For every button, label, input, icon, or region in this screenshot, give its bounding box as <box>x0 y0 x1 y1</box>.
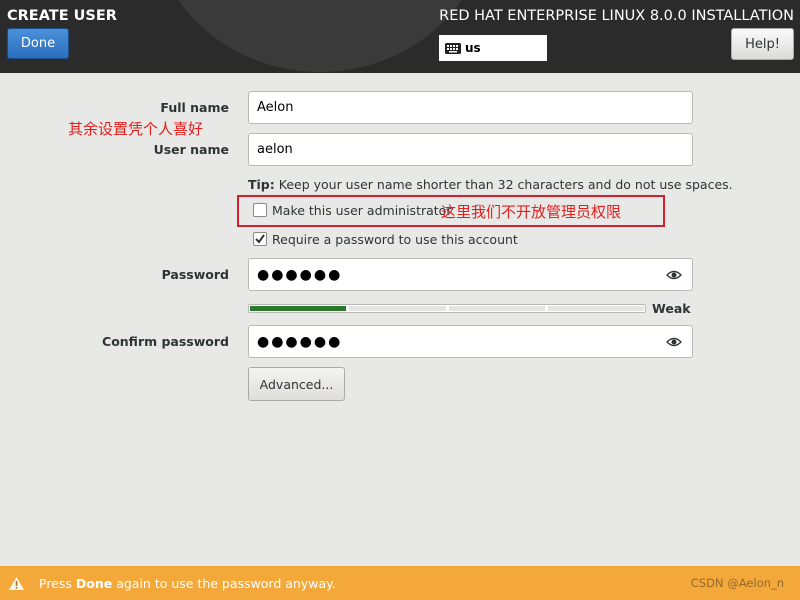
show-confirm-password-eye-icon[interactable] <box>666 335 682 349</box>
password-field[interactable]: ●●●●●● <box>248 258 693 291</box>
confirm-password-field[interactable]: ●●●●●● <box>248 325 693 358</box>
checkmark-icon <box>255 234 265 244</box>
strength-segment-2 <box>349 306 446 311</box>
spoke-title: CREATE USER <box>7 8 117 24</box>
annotation-admin-note: 这里我们不开放管理员权限 <box>441 203 622 221</box>
full-name-label: Full name <box>160 100 229 115</box>
header-bar: CREATE USER Done RED HAT ENTERPRISE LINU… <box>0 0 800 73</box>
annotation-left-note: 其余设置凭个人喜好 <box>68 120 204 138</box>
require-password-label[interactable]: Require a password to use this account <box>272 232 518 247</box>
confirm-password-value: ●●●●●● <box>257 333 343 350</box>
strength-segment-3 <box>448 306 545 311</box>
password-value: ●●●●●● <box>257 266 343 283</box>
full-name-value: Aelon <box>257 100 294 115</box>
tip-text: Keep your user name shorter than 32 char… <box>274 177 733 192</box>
strength-segment-1 <box>250 306 347 311</box>
warning-icon <box>9 576 24 590</box>
help-button[interactable]: Help! <box>731 28 794 60</box>
user-name-label: User name <box>153 142 229 157</box>
admin-checkbox[interactable] <box>253 203 267 217</box>
full-name-field[interactable]: Aelon <box>248 91 693 124</box>
username-tip: Tip: Keep your user name shorter than 32… <box>248 177 733 192</box>
password-label: Password <box>161 267 229 282</box>
password-strength-label: Weak <box>652 301 691 316</box>
confirm-password-label: Confirm password <box>102 334 229 349</box>
product-title: RED HAT ENTERPRISE LINUX 8.0.0 INSTALLAT… <box>439 8 794 24</box>
warning-text: Press Done again to use the password any… <box>39 576 336 591</box>
warning-text-bold: Done <box>75 575 113 591</box>
warning-bar[interactable]: Press Done again to use the password any… <box>0 566 800 600</box>
strength-segment-4 <box>547 306 644 311</box>
user-name-field[interactable]: aelon <box>248 133 693 166</box>
warning-text-before: Press <box>39 575 76 591</box>
show-password-eye-icon[interactable] <box>666 268 682 282</box>
user-name-value: aelon <box>257 142 293 157</box>
advanced-button[interactable]: Advanced... <box>248 367 345 401</box>
done-button[interactable]: Done <box>7 28 69 59</box>
watermark: CSDN @Aelon_n <box>690 576 784 590</box>
keyboard-layout-label: us <box>465 41 481 55</box>
keyboard-icon <box>445 42 461 54</box>
require-password-checkbox[interactable] <box>253 232 267 246</box>
keyboard-layout-indicator[interactable]: us <box>439 35 547 61</box>
tip-prefix: Tip: <box>248 177 275 192</box>
admin-checkbox-label[interactable]: Make this user administrator <box>272 203 451 218</box>
password-strength-meter <box>248 304 646 313</box>
warning-text-after: again to use the password anyway. <box>112 575 336 591</box>
